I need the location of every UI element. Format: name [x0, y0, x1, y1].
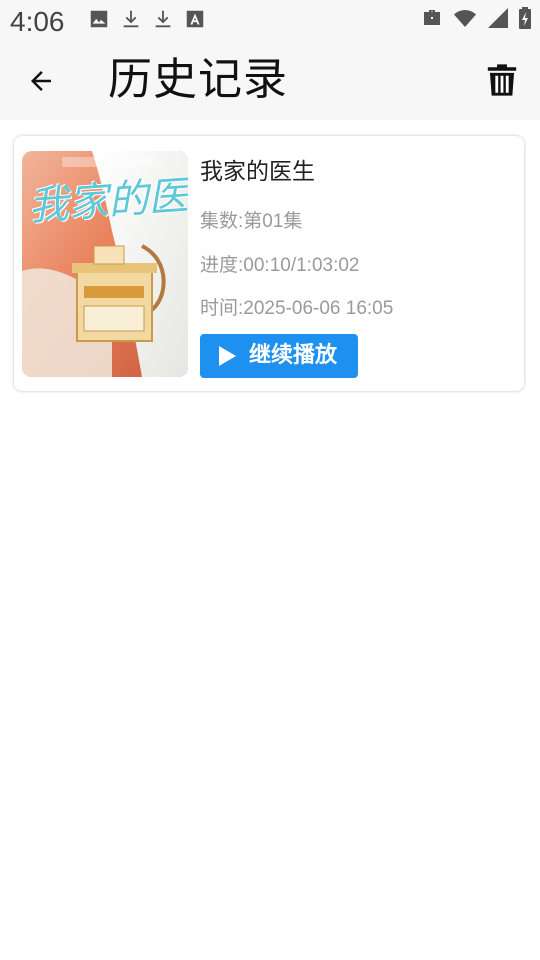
arrow-left-icon [31, 71, 51, 91]
status-bar: 4:06 [0, 0, 540, 40]
trash-icon [487, 64, 517, 96]
history-item-card[interactable]: 我家的医生 我家的医生 集数:第01集 进度:00:10/1:03:02 时间:… [14, 136, 524, 391]
watch-time-info: 时间:2025-06-06 16:05 [200, 298, 394, 319]
download-icon [155, 10, 171, 28]
show-title: 我家的医生 [200, 159, 315, 185]
image-icon [90, 10, 108, 28]
back-button[interactable] [18, 58, 64, 104]
resume-play-label: 继续播放 [248, 343, 337, 368]
progress-info: 进度:00:10/1:03:02 [200, 255, 360, 276]
resume-play-button[interactable]: 继续播放 [200, 334, 358, 378]
show-poster[interactable]: 我家的医生 [22, 151, 188, 377]
wifi-icon [454, 10, 476, 27]
font-icon [186, 10, 204, 28]
system-icons [420, 6, 532, 30]
notification-icons [88, 8, 206, 30]
app-bar: 历史记录 [0, 40, 540, 120]
signal-icon [488, 8, 508, 28]
page-title: 历史记录 [108, 54, 288, 105]
download-icon [123, 10, 139, 28]
episode-info: 集数:第01集 [200, 211, 303, 232]
briefcase-icon [424, 10, 440, 25]
battery-charging-icon [519, 7, 531, 29]
status-time: 4:06 [10, 6, 65, 37]
play-icon [218, 346, 236, 366]
delete-all-button[interactable] [478, 56, 526, 104]
